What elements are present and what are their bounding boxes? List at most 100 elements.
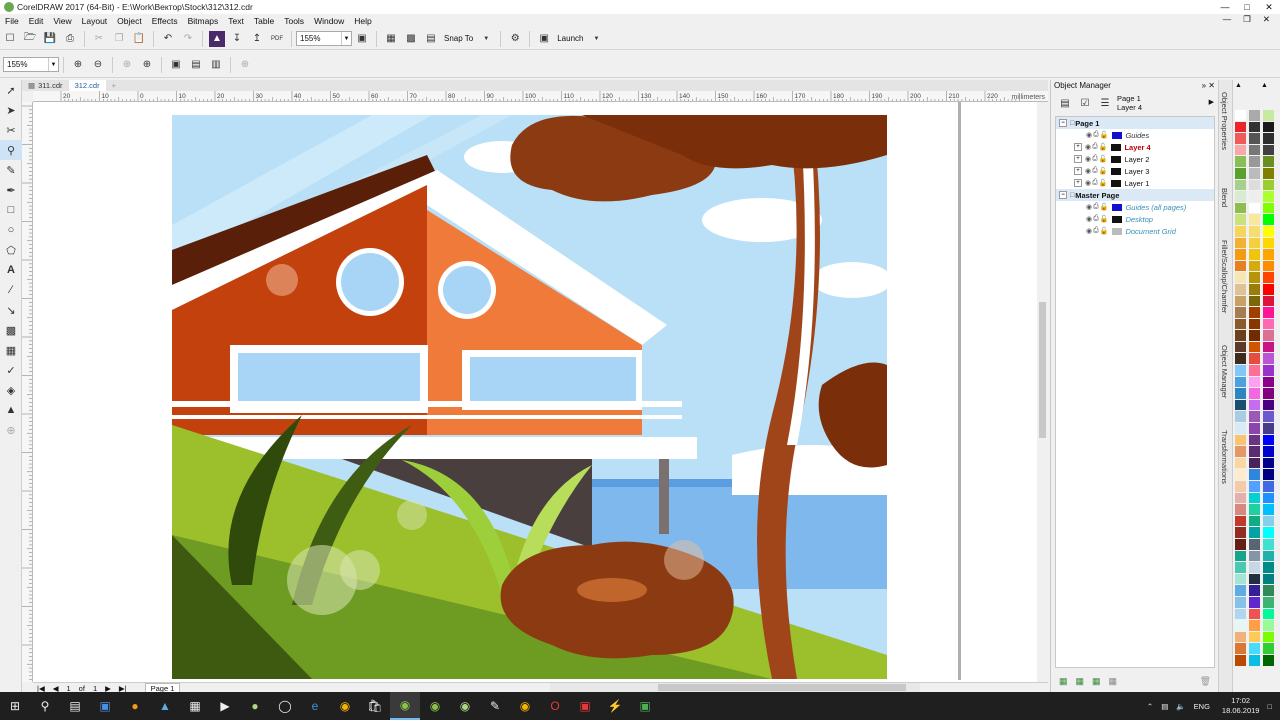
palette-swatch[interactable] bbox=[1249, 481, 1260, 493]
palette-swatch[interactable] bbox=[1249, 110, 1260, 122]
taskbar-app-icon[interactable]: ▣ bbox=[570, 692, 600, 720]
palette-swatch[interactable] bbox=[1263, 341, 1274, 354]
paste-icon[interactable]: 📋 bbox=[131, 31, 147, 47]
menu-view[interactable]: View bbox=[48, 16, 76, 26]
palette-swatch[interactable] bbox=[1249, 121, 1260, 134]
palette-swatch[interactable] bbox=[1235, 365, 1246, 377]
lock-icon[interactable]: 🔓 bbox=[1099, 179, 1108, 187]
expand-icon[interactable]: + bbox=[1074, 179, 1082, 187]
tree-master-guides[interactable]: ◉ ⎙ 🔓 Guides (all pages) bbox=[1056, 201, 1214, 213]
palette-swatch[interactable] bbox=[1263, 307, 1274, 319]
taskbar-app-icon[interactable]: ⚡ bbox=[600, 692, 630, 720]
doc-close-icon[interactable]: ✕ bbox=[1257, 14, 1276, 25]
show-rulers-icon[interactable]: ▦ bbox=[383, 31, 399, 47]
taskbar-app-icon[interactable]: ✎ bbox=[480, 692, 510, 720]
palette-swatch[interactable] bbox=[1235, 504, 1246, 516]
palette-swatch[interactable] bbox=[1249, 179, 1260, 192]
volume-icon[interactable]: 🔈 bbox=[1176, 702, 1185, 711]
palette-swatch[interactable] bbox=[1235, 573, 1246, 586]
zoom-level-combo[interactable]: 155% ▼ bbox=[296, 31, 352, 46]
palette-swatch[interactable] bbox=[1249, 318, 1260, 331]
palette-swatch[interactable] bbox=[1263, 411, 1274, 424]
chrome-icon[interactable]: ◉ bbox=[510, 692, 540, 720]
tree-layer-2[interactable]: + ◉ ⎙ 🔓 Layer 2 bbox=[1056, 153, 1214, 165]
horizontal-scrollbar[interactable] bbox=[550, 683, 920, 692]
palette-swatch[interactable] bbox=[1235, 399, 1246, 412]
palette-swatch[interactable] bbox=[1235, 538, 1246, 551]
palette-swatch[interactable] bbox=[1249, 295, 1260, 308]
palette-swatch[interactable] bbox=[1249, 260, 1260, 273]
palette-swatch[interactable] bbox=[1263, 388, 1274, 400]
new-master-layer-all-icon[interactable]: ▦ bbox=[1092, 676, 1101, 687]
zoom-tool-icon[interactable]: ⚲ bbox=[0, 140, 22, 160]
doc-minimize-icon[interactable]: — bbox=[1217, 14, 1238, 25]
new-master-layer-icon[interactable]: ▦ bbox=[1076, 676, 1085, 687]
palette-swatch[interactable] bbox=[1263, 399, 1274, 412]
palette-swatch[interactable] bbox=[1263, 144, 1274, 157]
palette-swatch[interactable] bbox=[1235, 469, 1246, 481]
show-grid-icon[interactable]: ▩ bbox=[403, 31, 419, 47]
palette-swatch[interactable] bbox=[1235, 272, 1246, 284]
full-screen-preview-icon[interactable]: ▣ bbox=[354, 31, 370, 47]
publish-pdf-icon[interactable]: PDF bbox=[269, 31, 285, 47]
palette-swatch[interactable] bbox=[1263, 318, 1274, 331]
palette-swatch[interactable] bbox=[1249, 249, 1260, 261]
palette-swatch[interactable] bbox=[1249, 608, 1260, 621]
launch-icon[interactable]: ▣ bbox=[536, 31, 552, 47]
visibility-eye-icon[interactable]: ◉ bbox=[1085, 155, 1091, 163]
palette-swatch[interactable] bbox=[1263, 504, 1274, 516]
tree-layer-4[interactable]: + ◉ ⎙ 🔓 Layer 4 bbox=[1056, 141, 1214, 153]
palette-swatch[interactable] bbox=[1263, 191, 1274, 203]
coreldraw-taskbar-icon[interactable]: ◉ bbox=[390, 692, 420, 720]
palette-swatch[interactable] bbox=[1235, 654, 1246, 667]
docker-controls-icon[interactable]: » ✕ bbox=[1202, 81, 1215, 91]
palette-swatch[interactable] bbox=[1249, 365, 1260, 377]
palette-swatch[interactable] bbox=[1263, 121, 1274, 134]
palette-swatch[interactable] bbox=[1235, 388, 1246, 400]
palette-swatch[interactable] bbox=[1263, 272, 1274, 284]
palette-swatch[interactable] bbox=[1249, 469, 1260, 481]
tab-311-cdr[interactable]: ▦ 311.cdr bbox=[22, 80, 69, 91]
print-icon[interactable]: ⎙ bbox=[1093, 203, 1099, 211]
palette-scroll-up-icon[interactable]: ▲ bbox=[1261, 82, 1268, 89]
palette-swatch[interactable] bbox=[1235, 167, 1246, 180]
visibility-eye-icon[interactable]: ◉ bbox=[1086, 203, 1092, 211]
menu-file[interactable]: File bbox=[0, 16, 24, 26]
palette-swatch[interactable] bbox=[1249, 457, 1260, 470]
store-icon[interactable]: 🛍 bbox=[360, 692, 390, 720]
palette-swatch[interactable] bbox=[1263, 434, 1274, 447]
color-eyedropper-tool-icon[interactable]: ✓ bbox=[0, 360, 22, 380]
palette-swatch[interactable] bbox=[1249, 434, 1260, 447]
palette-swatch[interactable] bbox=[1249, 191, 1260, 203]
save-icon[interactable]: 💾 bbox=[42, 31, 58, 47]
docker-tab-object-manager[interactable]: Object Manager bbox=[1220, 345, 1229, 398]
palette-swatch[interactable] bbox=[1235, 260, 1246, 273]
notifications-icon[interactable]: □ bbox=[1267, 702, 1272, 711]
taskbar-app-icon[interactable]: ▲ bbox=[150, 692, 180, 720]
windows-start-icon[interactable]: ⊞ bbox=[0, 692, 30, 720]
visibility-eye-icon[interactable]: ◉ bbox=[1086, 215, 1092, 223]
input-language[interactable]: ENG bbox=[1194, 702, 1210, 711]
palette-swatch[interactable] bbox=[1249, 156, 1260, 168]
launch-label[interactable]: Launch bbox=[554, 34, 586, 43]
chevron-down-icon[interactable]: ▼ bbox=[48, 58, 58, 71]
menu-text[interactable]: Text bbox=[223, 16, 249, 26]
chevron-down-icon[interactable]: ▼ bbox=[341, 32, 351, 45]
palette-swatch[interactable] bbox=[1263, 469, 1274, 481]
palette-swatch[interactable] bbox=[1263, 446, 1274, 458]
palette-swatch[interactable] bbox=[1249, 237, 1260, 250]
artwork-house-by-sea[interactable] bbox=[172, 115, 887, 679]
palette-swatch[interactable] bbox=[1263, 562, 1274, 574]
new-layer-icon[interactable]: ▦ bbox=[1059, 676, 1068, 687]
visibility-eye-icon[interactable]: ◉ bbox=[1085, 179, 1091, 187]
palette-swatch[interactable] bbox=[1249, 515, 1260, 528]
options-arrow-icon[interactable]: ▶ bbox=[1209, 98, 1214, 106]
delete-layer-icon[interactable]: 🗑 bbox=[1200, 676, 1211, 687]
palette-swatch[interactable] bbox=[1235, 515, 1246, 528]
palette-swatch[interactable] bbox=[1249, 423, 1260, 435]
lock-icon[interactable]: 🔓 bbox=[1099, 143, 1108, 151]
palette-swatch[interactable] bbox=[1249, 399, 1260, 412]
snap-to-label[interactable]: Snap To bbox=[441, 34, 476, 43]
expand-icon[interactable]: + bbox=[1074, 167, 1082, 175]
transparency-tool-icon[interactable]: ▦ bbox=[0, 340, 22, 360]
